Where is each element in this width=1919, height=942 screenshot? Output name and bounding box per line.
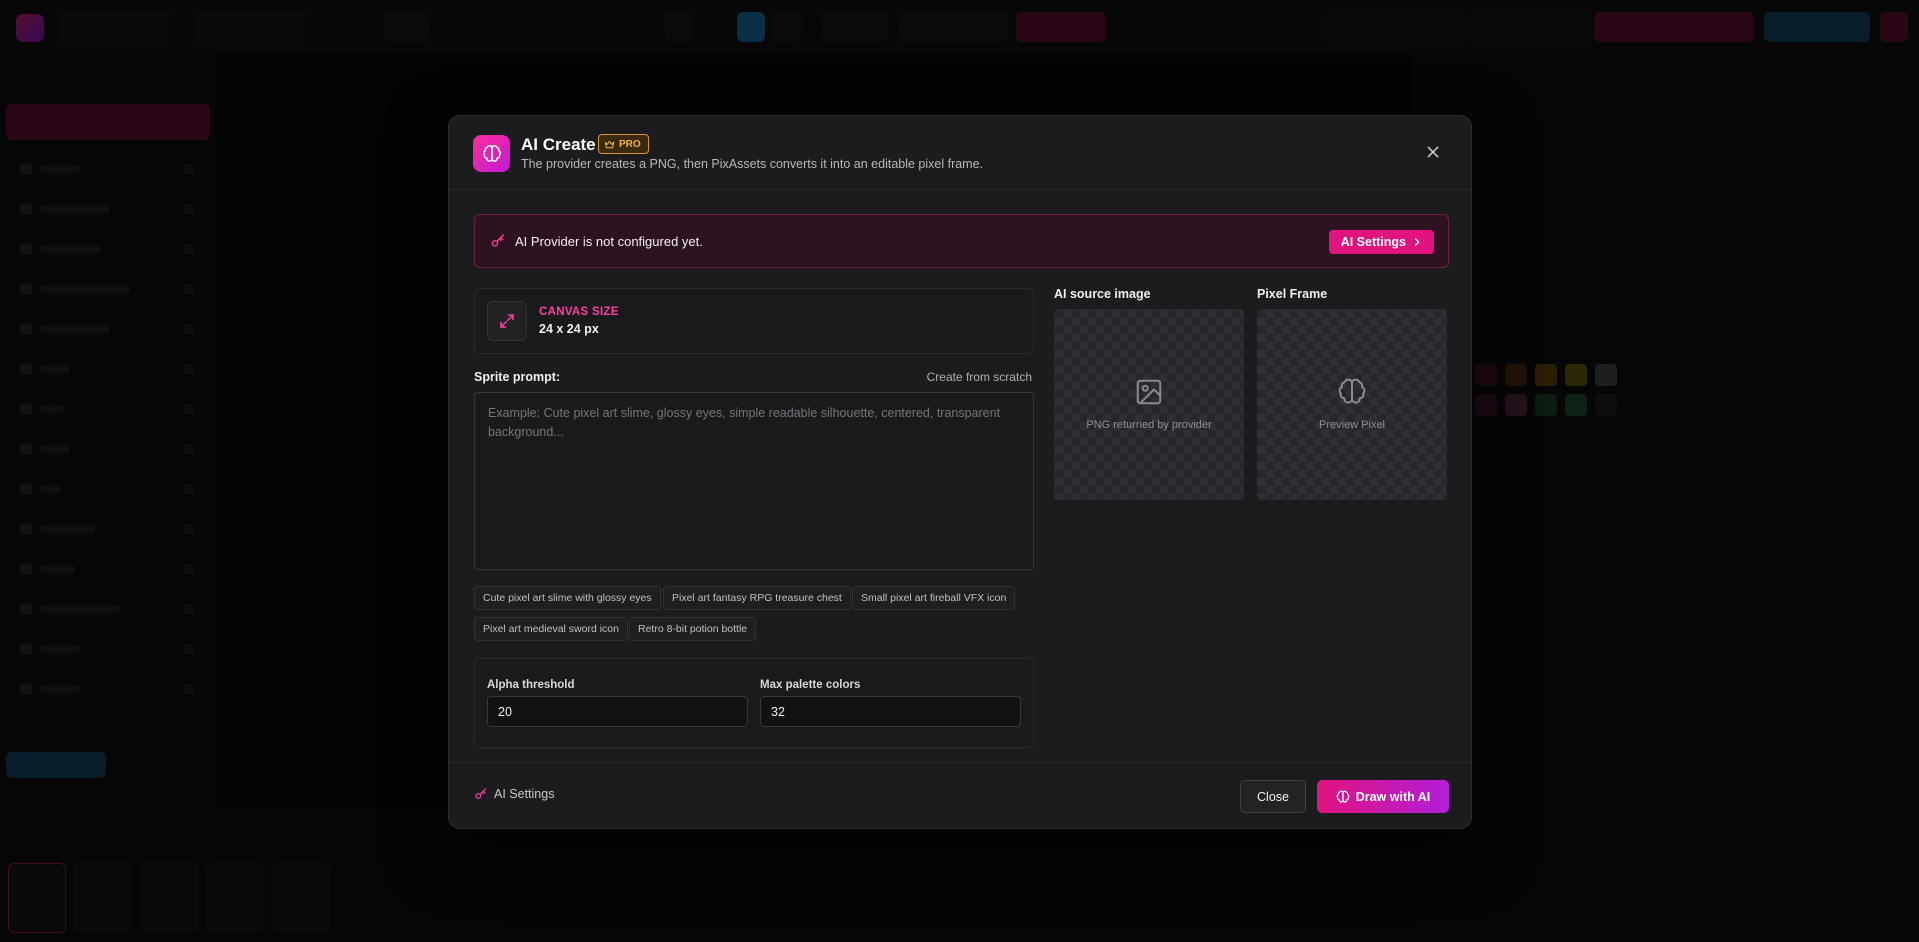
expand-icon xyxy=(487,301,527,341)
suggestion-chip[interactable]: Retro 8-bit potion bottle xyxy=(629,617,757,641)
pro-badge-label: PRO xyxy=(619,138,641,150)
close-button[interactable]: Close xyxy=(1240,780,1306,813)
footer-ai-settings-label: AI Settings xyxy=(494,787,555,801)
brain-icon xyxy=(1337,377,1367,412)
suggestion-chip[interactable]: Pixel art medieval sword icon xyxy=(474,617,628,641)
ai-settings-button[interactable]: AI Settings xyxy=(1328,230,1434,254)
create-from-scratch-link[interactable]: Create from scratch xyxy=(927,370,1032,384)
ai-source-title: AI source image xyxy=(1054,287,1151,301)
close-icon[interactable] xyxy=(1421,140,1445,164)
alpha-threshold-input[interactable] xyxy=(487,696,748,727)
key-icon xyxy=(490,233,506,254)
brain-icon xyxy=(473,135,510,172)
suggestion-chip[interactable]: Small pixel art fireball VFX icon xyxy=(852,586,1016,610)
max-palette-label: Max palette colors xyxy=(760,679,861,691)
pixel-frame-preview: Preview Pixel xyxy=(1257,309,1447,500)
provider-alert: AI Provider is not configured yet. AI Se… xyxy=(474,214,1449,268)
suggestion-chip[interactable]: Cute pixel art slime with glossy eyes xyxy=(474,586,661,610)
canvas-size-label: CANVAS SIZE xyxy=(539,306,619,318)
alpha-threshold-label: Alpha threshold xyxy=(487,679,575,691)
pixel-frame-placeholder: Preview Pixel xyxy=(1318,419,1386,431)
dialog-footer: AI Settings Close Draw with AI xyxy=(449,762,1471,828)
crown-icon xyxy=(604,140,615,148)
key-icon xyxy=(475,788,487,799)
ai-create-dialog: AI Create PRO The provider creates a PNG… xyxy=(448,115,1472,829)
image-icon xyxy=(1134,377,1164,412)
dialog-header: AI Create PRO The provider creates a PNG… xyxy=(449,116,1471,190)
ai-source-preview: PNG returned by provider xyxy=(1054,309,1244,500)
canvas-size-card: CANVAS SIZE 24 x 24 px xyxy=(474,288,1034,354)
params-card: Alpha threshold Max palette colors xyxy=(474,658,1034,748)
suggestion-chip[interactable]: Pixel art fantasy RPG treasure chest xyxy=(663,586,851,610)
draw-with-ai-button[interactable]: Draw with AI xyxy=(1317,780,1449,813)
chevron-right-icon xyxy=(1415,238,1420,246)
pro-badge: PRO xyxy=(598,134,649,154)
pixel-frame-title: Pixel Frame xyxy=(1257,287,1328,301)
ai-settings-button-label: AI Settings xyxy=(1340,235,1406,249)
footer-ai-settings-link[interactable]: AI Settings xyxy=(474,787,554,801)
draw-with-ai-label: Draw with AI xyxy=(1355,789,1431,804)
dialog-subtitle: The provider creates a PNG, then PixAsse… xyxy=(521,157,984,171)
sprite-prompt-input[interactable] xyxy=(474,392,1034,570)
dialog-title: AI Create xyxy=(521,135,596,154)
ai-source-placeholder: PNG returned by provider xyxy=(1086,419,1212,431)
alert-message: AI Provider is not configured yet. xyxy=(515,234,703,249)
brain-icon xyxy=(1336,790,1350,803)
max-palette-input[interactable] xyxy=(760,696,1021,727)
canvas-size-value: 24 x 24 px xyxy=(539,322,599,336)
prompt-label: Sprite prompt: xyxy=(474,370,561,384)
